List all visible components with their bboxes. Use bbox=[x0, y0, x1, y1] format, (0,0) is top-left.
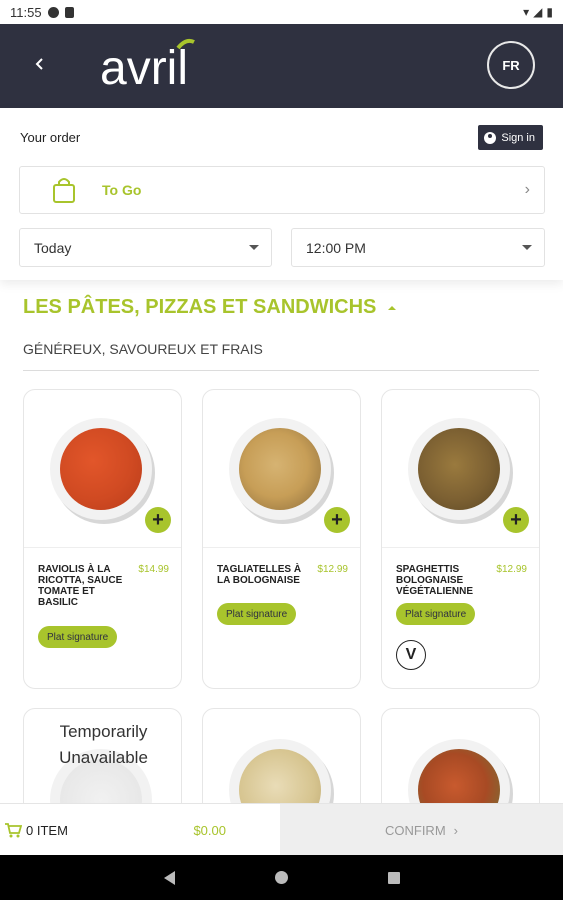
plate-image bbox=[50, 418, 152, 520]
caret-down-icon bbox=[522, 245, 532, 250]
bag-icon bbox=[53, 178, 75, 203]
menu-item-card[interactable]: + SPAGHETTIS BOLOGNAISE VÉGÉTALIENNE $12… bbox=[381, 389, 540, 689]
signal-icon: ◢ bbox=[533, 5, 543, 19]
unavailable-label: Temporarily Unavailable bbox=[59, 722, 148, 767]
nav-back-icon[interactable] bbox=[163, 870, 175, 885]
menu-item-name: SPAGHETTIS BOLOGNAISE VÉGÉTALIENNE bbox=[396, 564, 474, 597]
app-header: avril FR bbox=[0, 24, 563, 108]
order-mode-selector[interactable]: To Go › bbox=[19, 166, 545, 214]
cart-total: $0.00 bbox=[193, 822, 226, 838]
menu-item-card[interactable]: + RAVIOLIS À LA RICOTTA, SAUCE TOMATE ET… bbox=[23, 389, 182, 689]
chevron-right-icon: › bbox=[524, 181, 530, 198]
battery-icon: ▮ bbox=[546, 5, 553, 19]
avril-logo: avril bbox=[100, 38, 195, 94]
menu-item-card[interactable]: + TAGLIATELLES À LA BOLOGNAISE $12.99 Pl… bbox=[202, 389, 361, 689]
order-mode-label: To Go bbox=[102, 182, 142, 198]
menu-item-name: RAVIOLIS À LA RICOTTA, SAUCE TOMATE ET B… bbox=[38, 564, 123, 608]
status-notification-icon bbox=[47, 6, 59, 18]
user-icon bbox=[484, 131, 497, 144]
signature-badge: Plat signature bbox=[396, 603, 476, 625]
back-button[interactable] bbox=[26, 50, 54, 78]
cart-icon bbox=[5, 823, 22, 838]
status-time: 11:55 bbox=[10, 4, 42, 20]
language-button[interactable]: FR bbox=[487, 41, 535, 89]
cart-summary[interactable]: 0 ITEM $0.00 bbox=[0, 804, 280, 856]
section-title[interactable]: LES PÂTES, PIZZAS ET SANDWICHS bbox=[23, 296, 397, 319]
vegan-icon: V bbox=[396, 640, 426, 670]
order-panel: Your order Sign in To Go › Today 12:00 P… bbox=[0, 108, 563, 280]
menu-item-price: $14.99 bbox=[138, 564, 169, 575]
menu-item-image: + bbox=[382, 390, 539, 548]
menu-item-image: + bbox=[203, 390, 360, 548]
plate-image bbox=[229, 418, 331, 520]
sign-in-label: Sign in bbox=[501, 131, 535, 144]
section-title-text: LES PÂTES, PIZZAS ET SANDWICHS bbox=[23, 296, 377, 318]
time-select[interactable]: 12:00 PM bbox=[291, 228, 545, 267]
section-divider bbox=[23, 370, 539, 371]
caret-down-icon bbox=[249, 245, 259, 250]
nav-recents-icon[interactable] bbox=[387, 871, 400, 884]
menu-item-price: $12.99 bbox=[496, 564, 527, 575]
day-select-value: Today bbox=[34, 239, 72, 256]
status-system-icons: ▾ ◢ ▮ bbox=[523, 5, 553, 19]
confirm-label: CONFIRM bbox=[384, 822, 446, 838]
cart-bar: 0 ITEM $0.00 CONFIRM › bbox=[0, 803, 563, 856]
signature-badge: Plat signature bbox=[38, 626, 118, 648]
add-item-button[interactable]: + bbox=[503, 507, 529, 533]
collapse-caret-icon bbox=[388, 305, 397, 310]
signature-badge: Plat signature bbox=[217, 603, 297, 625]
status-bar: 11:55 ▾ ◢ ▮ bbox=[0, 0, 563, 24]
wifi-icon: ▾ bbox=[523, 5, 530, 19]
menu-item-image: + bbox=[24, 390, 181, 548]
status-lock-icon bbox=[64, 6, 74, 18]
menu-item-price: $12.99 bbox=[317, 564, 348, 575]
confirm-button[interactable]: CONFIRM › bbox=[280, 804, 563, 856]
your-order-label: Your order bbox=[20, 130, 81, 145]
back-arrow-icon bbox=[35, 58, 43, 70]
system-nav-bar bbox=[0, 855, 563, 900]
add-item-button[interactable]: + bbox=[324, 507, 350, 533]
sign-in-button[interactable]: Sign in bbox=[478, 125, 543, 150]
menu-item-name: TAGLIATELLES À LA BOLOGNAISE bbox=[217, 564, 302, 586]
add-item-button[interactable]: + bbox=[145, 507, 171, 533]
plate-image bbox=[408, 418, 510, 520]
svg-text:avril: avril bbox=[100, 42, 188, 94]
cart-item-count: 0 ITEM bbox=[26, 822, 68, 838]
time-select-value: 12:00 PM bbox=[306, 239, 366, 256]
nav-home-icon[interactable] bbox=[274, 871, 288, 884]
day-select[interactable]: Today bbox=[19, 228, 272, 267]
section-subtitle: GÉNÉREUX, SAVOUREUX ET FRAIS bbox=[23, 341, 263, 357]
chevron-right-icon: › bbox=[453, 822, 458, 838]
